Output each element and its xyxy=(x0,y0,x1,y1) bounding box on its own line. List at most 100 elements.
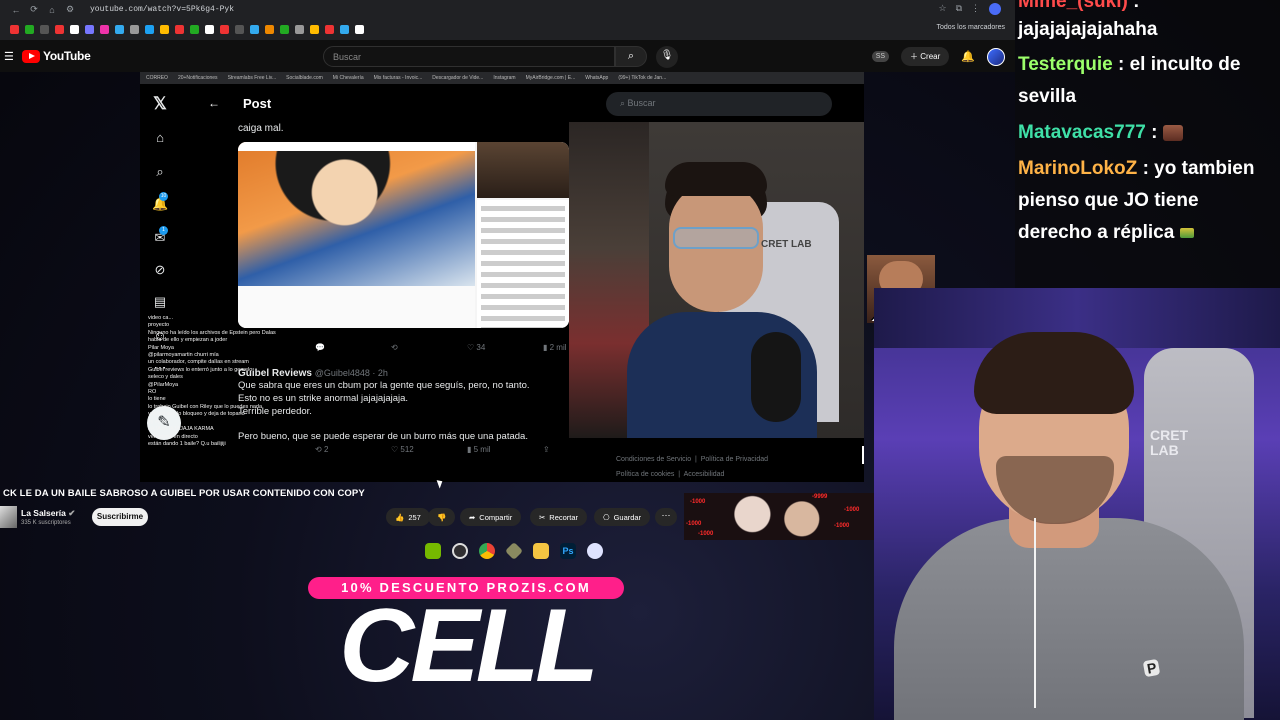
embedded-bookmark[interactable]: Streamlabs Free Liv... xyxy=(228,75,277,81)
address-row: ← ⟳ ⌂ ⚙ youtube.com/watch?v=5Pk6g4-Pyk xyxy=(0,0,1015,19)
account-avatar[interactable] xyxy=(987,47,1005,66)
embedded-bookmark[interactable]: CORREO xyxy=(146,75,168,81)
lists-icon[interactable]: ▤ xyxy=(152,294,168,310)
profile-avatar[interactable] xyxy=(989,3,1001,15)
thumbs-up-icon: 👍 xyxy=(395,512,405,522)
ss-badge[interactable]: SS xyxy=(871,51,890,62)
bookmark-icon[interactable] xyxy=(250,25,259,34)
photoshop-icon[interactable]: Ps xyxy=(560,543,576,559)
create-button[interactable]: ＋ Crear xyxy=(901,47,950,66)
clip-button[interactable]: ✂ Recortar xyxy=(530,508,588,526)
bookmark-star-icon[interactable]: ☆ xyxy=(938,3,946,15)
bookmark-icon[interactable] xyxy=(130,25,139,34)
bookmark-icon[interactable] xyxy=(175,25,184,34)
bookmark-icon[interactable] xyxy=(325,25,334,34)
bookmark-icon[interactable] xyxy=(55,25,64,34)
bookmark-icon[interactable] xyxy=(190,25,199,34)
explore-icon[interactable]: ⌕ xyxy=(152,164,168,180)
app-icon[interactable] xyxy=(504,541,524,561)
like-button[interactable]: 👍 257 xyxy=(386,508,430,526)
reply-like-count[interactable]: ♡ 512 xyxy=(391,445,467,454)
chat-message: MarinoLokoZ : yo tambien pienso que JO t… xyxy=(1018,153,1276,249)
address-bar[interactable]: youtube.com/watch?v=5Pk6g4-Pyk xyxy=(90,5,234,14)
like-count[interactable]: ♡ 34 xyxy=(467,343,543,352)
share-icon[interactable]: ⇪ xyxy=(543,445,619,454)
overlay-chat-line: habla de ello y empiezan a joder xyxy=(148,337,228,344)
embedded-bookmark[interactable]: Socialblade.com xyxy=(286,75,323,81)
message-count-badge: 1 xyxy=(159,226,168,235)
overlay-chat-line: Pilar Moya xyxy=(148,344,174,351)
channel-name[interactable]: La Salsería ✔ xyxy=(21,508,75,519)
home-icon[interactable]: ⌂ xyxy=(46,5,58,15)
bookmark-icon[interactable] xyxy=(220,25,229,34)
x-search-input[interactable]: ⌕ Buscar xyxy=(606,92,832,116)
obs-icon[interactable] xyxy=(452,543,468,559)
bookmark-icon[interactable] xyxy=(355,25,364,34)
voice-search-button[interactable]: 🎙 xyxy=(656,46,678,68)
reply-actions: ⟲ 2 ♡ 512 ▮ 5 mil ⇪ xyxy=(315,445,619,454)
bookmark-icon[interactable] xyxy=(160,25,169,34)
bookmark-icon[interactable] xyxy=(295,25,304,34)
bookmark-icon[interactable] xyxy=(265,25,274,34)
share-button[interactable]: ➦ Compartir xyxy=(460,508,522,526)
x-logo-icon[interactable]: 𝕏 xyxy=(152,94,168,114)
save-button[interactable]: ⎔ Guardar xyxy=(594,508,651,526)
embedded-bookmark[interactable]: (99+) TikTok de Jan... xyxy=(618,75,666,81)
more-actions-button[interactable]: ⋯ xyxy=(655,508,677,526)
embedded-bookmark[interactable]: Instagram xyxy=(493,75,515,81)
channel-avatar[interactable] xyxy=(0,506,17,528)
grok-icon[interactable]: ⊘ xyxy=(152,262,168,278)
footer-link[interactable]: Condiciones de Servicio xyxy=(616,456,691,463)
discord-icon[interactable] xyxy=(587,543,603,559)
youtube-logo[interactable]: YouTube xyxy=(22,49,91,63)
chrome-icon[interactable] xyxy=(479,543,495,559)
tweet-image[interactable] xyxy=(238,142,569,328)
retweet-icon[interactable]: ⟲ xyxy=(391,343,467,352)
bookmark-icon[interactable] xyxy=(10,25,19,34)
bookmark-icon[interactable] xyxy=(280,25,289,34)
embedded-bookmark[interactable]: Descargador de Vide... xyxy=(432,75,483,81)
scroll-indicator xyxy=(862,446,864,464)
footer-link[interactable]: Política de cookies xyxy=(616,471,674,478)
bookmark-icon[interactable] xyxy=(40,25,49,34)
menu-dots-icon[interactable]: ⋮ xyxy=(971,3,980,15)
bookmark-icon[interactable] xyxy=(145,25,154,34)
bookmark-icon[interactable] xyxy=(85,25,94,34)
bookmark-icon[interactable] xyxy=(205,25,214,34)
bookmark-icon[interactable] xyxy=(100,25,109,34)
bookmark-icon[interactable] xyxy=(310,25,319,34)
create-label: Crear xyxy=(920,52,941,61)
reply-views-count: ▮ 5 mil xyxy=(467,445,491,454)
hamburger-menu-icon[interactable]: ☰ xyxy=(4,50,14,63)
hoodie-logo: P xyxy=(1142,658,1161,678)
embedded-bookmark[interactable]: 20+Notificaciones xyxy=(178,75,218,81)
embedded-bookmark[interactable]: WhatsApp xyxy=(585,75,608,81)
footer-link[interactable]: Accesibilidad xyxy=(684,471,725,478)
bookmark-icon[interactable] xyxy=(70,25,79,34)
back-icon[interactable]: ← xyxy=(10,5,22,15)
home-icon[interactable]: ⌂ xyxy=(152,130,168,145)
bookmark-icon[interactable] xyxy=(25,25,34,34)
chat-text: jajajajajajahaha xyxy=(1018,19,1158,40)
bookmark-icon[interactable] xyxy=(115,25,124,34)
dislike-button[interactable]: 👎 xyxy=(428,508,456,526)
reload-icon[interactable]: ⟳ xyxy=(28,4,40,15)
all-bookmarks-folder[interactable]: Todos los marcadores xyxy=(937,24,1005,31)
notifications-bell-icon[interactable]: 🔔 xyxy=(961,50,975,63)
footer-link[interactable]: Política de Privacidad xyxy=(701,456,768,463)
subscribe-button[interactable]: Suscribirme xyxy=(92,508,148,526)
extensions-icon[interactable]: ⧉ xyxy=(956,3,962,15)
folder-icon[interactable] xyxy=(533,543,549,559)
back-arrow-icon[interactable]: ← xyxy=(208,96,220,110)
video-player[interactable]: CORREO 20+Notificaciones Streamlabs Free L… xyxy=(140,72,864,482)
bookmark-icon[interactable] xyxy=(235,25,244,34)
nvidia-icon[interactable] xyxy=(425,543,441,559)
embedded-bookmark[interactable]: MyAirBridge.com | E... xyxy=(526,75,576,81)
bookmark-icon[interactable] xyxy=(340,25,349,34)
search-button[interactable]: ⌕ xyxy=(615,46,647,67)
embedded-bookmark[interactable]: Mi Chevalería xyxy=(333,75,364,81)
search-input[interactable]: Buscar xyxy=(323,46,615,67)
embedded-bookmark[interactable]: Mis facturas - Invoic... xyxy=(374,75,423,81)
site-info-icon[interactable]: ⚙ xyxy=(64,4,76,15)
chair-logo-line: CRET xyxy=(1150,427,1189,443)
